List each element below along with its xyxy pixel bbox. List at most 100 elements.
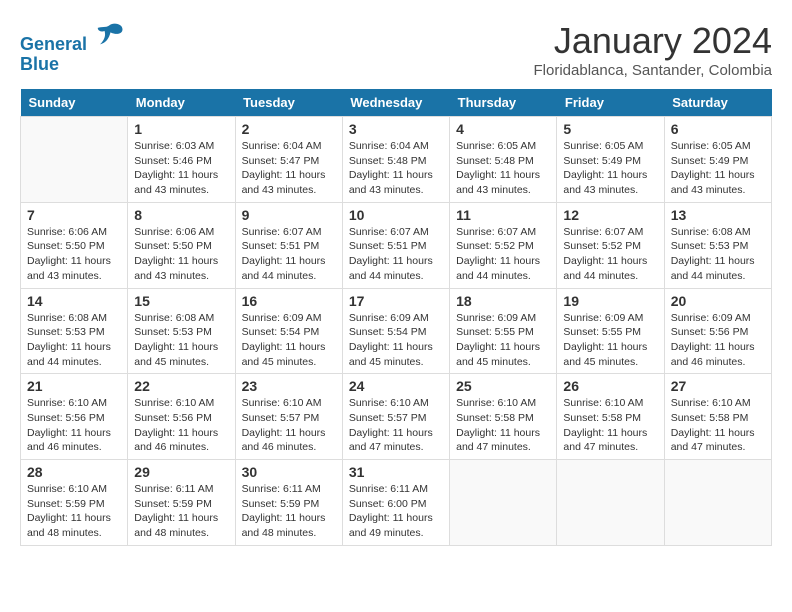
day-of-week-header: Tuesday bbox=[235, 89, 342, 117]
day-detail: Sunrise: 6:09 AM Sunset: 5:55 PM Dayligh… bbox=[456, 311, 550, 370]
calendar-day-cell: 2 Sunrise: 6:04 AM Sunset: 5:47 PM Daylig… bbox=[235, 117, 342, 203]
calendar-day-cell: 26 Sunrise: 6:10 AM Sunset: 5:58 PM Dayli… bbox=[557, 374, 664, 460]
day-detail: Sunrise: 6:09 AM Sunset: 5:56 PM Dayligh… bbox=[671, 311, 765, 370]
day-number: 23 bbox=[242, 378, 336, 394]
day-number: 22 bbox=[134, 378, 228, 394]
day-number: 13 bbox=[671, 207, 765, 223]
calendar-day-cell: 14 Sunrise: 6:08 AM Sunset: 5:53 PM Dayli… bbox=[21, 288, 128, 374]
location: Floridablanca, Santander, Colombia bbox=[534, 62, 772, 79]
calendar-day-cell: 13Sunrise: 6:08 AM Sunset: 5:53 PM Dayli… bbox=[664, 202, 771, 288]
day-number: 24 bbox=[349, 378, 443, 394]
day-detail: Sunrise: 6:07 AM Sunset: 5:51 PM Dayligh… bbox=[242, 225, 336, 284]
day-detail: Sunrise: 6:10 AM Sunset: 5:58 PM Dayligh… bbox=[671, 396, 765, 455]
day-number: 26 bbox=[563, 378, 657, 394]
calendar-day-cell: 31Sunrise: 6:11 AM Sunset: 6:00 PM Dayli… bbox=[342, 460, 449, 546]
day-number: 1 bbox=[134, 121, 228, 137]
day-number: 6 bbox=[671, 121, 765, 137]
day-number: 15 bbox=[134, 293, 228, 309]
logo: General Blue bbox=[20, 20, 124, 75]
day-detail: Sunrise: 6:11 AM Sunset: 5:59 PM Dayligh… bbox=[134, 482, 228, 541]
calendar-day-cell: 3Sunrise: 6:04 AM Sunset: 5:48 PM Daylig… bbox=[342, 117, 449, 203]
day-detail: Sunrise: 6:09 AM Sunset: 5:55 PM Dayligh… bbox=[563, 311, 657, 370]
day-detail: Sunrise: 6:07 AM Sunset: 5:51 PM Dayligh… bbox=[349, 225, 443, 284]
calendar-day-cell: 7 Sunrise: 6:06 AM Sunset: 5:50 PM Daylig… bbox=[21, 202, 128, 288]
calendar-day-cell: 11 Sunrise: 6:07 AM Sunset: 5:52 PM Dayli… bbox=[450, 202, 557, 288]
day-detail: Sunrise: 6:05 AM Sunset: 5:49 PM Dayligh… bbox=[671, 139, 765, 198]
calendar-day-cell: 8 Sunrise: 6:06 AM Sunset: 5:50 PM Daylig… bbox=[128, 202, 235, 288]
calendar-day-cell: 6 Sunrise: 6:05 AM Sunset: 5:49 PM Daylig… bbox=[664, 117, 771, 203]
calendar-day-cell: 30 Sunrise: 6:11 AM Sunset: 5:59 PM Dayli… bbox=[235, 460, 342, 546]
calendar-day-cell: 23 Sunrise: 6:10 AM Sunset: 5:57 PM Dayli… bbox=[235, 374, 342, 460]
calendar-day-cell: 29 Sunrise: 6:11 AM Sunset: 5:59 PM Dayli… bbox=[128, 460, 235, 546]
calendar-day-cell bbox=[21, 117, 128, 203]
calendar-day-cell: 18 Sunrise: 6:09 AM Sunset: 5:55 PM Dayli… bbox=[450, 288, 557, 374]
day-number: 31 bbox=[349, 464, 443, 480]
calendar-day-cell: 28Sunrise: 6:10 AM Sunset: 5:59 PM Dayli… bbox=[21, 460, 128, 546]
day-number: 16 bbox=[242, 293, 336, 309]
calendar-day-cell: 27 Sunrise: 6:10 AM Sunset: 5:58 PM Dayli… bbox=[664, 374, 771, 460]
day-number: 21 bbox=[27, 378, 121, 394]
day-of-week-header: Monday bbox=[128, 89, 235, 117]
day-number: 7 bbox=[27, 207, 121, 223]
calendar-week-row: 14 Sunrise: 6:08 AM Sunset: 5:53 PM Dayli… bbox=[21, 288, 772, 374]
day-of-week-header: Thursday bbox=[450, 89, 557, 117]
day-number: 14 bbox=[27, 293, 121, 309]
calendar-day-cell: 25 Sunrise: 6:10 AM Sunset: 5:58 PM Dayli… bbox=[450, 374, 557, 460]
calendar-day-cell: 5Sunrise: 6:05 AM Sunset: 5:49 PM Daylig… bbox=[557, 117, 664, 203]
day-detail: Sunrise: 6:09 AM Sunset: 5:54 PM Dayligh… bbox=[242, 311, 336, 370]
calendar-day-cell: 24 Sunrise: 6:10 AM Sunset: 5:57 PM Dayli… bbox=[342, 374, 449, 460]
day-detail: Sunrise: 6:10 AM Sunset: 5:58 PM Dayligh… bbox=[456, 396, 550, 455]
day-detail: Sunrise: 6:07 AM Sunset: 5:52 PM Dayligh… bbox=[456, 225, 550, 284]
day-number: 9 bbox=[242, 207, 336, 223]
day-of-week-header: Sunday bbox=[21, 89, 128, 117]
day-number: 30 bbox=[242, 464, 336, 480]
calendar-day-cell: 10 Sunrise: 6:07 AM Sunset: 5:51 PM Dayli… bbox=[342, 202, 449, 288]
day-number: 27 bbox=[671, 378, 765, 394]
day-number: 3 bbox=[349, 121, 443, 137]
day-number: 8 bbox=[134, 207, 228, 223]
day-number: 11 bbox=[456, 207, 550, 223]
day-of-week-header: Saturday bbox=[664, 89, 771, 117]
calendar-day-cell: 22 Sunrise: 6:10 AM Sunset: 5:56 PM Dayli… bbox=[128, 374, 235, 460]
day-detail: Sunrise: 6:05 AM Sunset: 5:49 PM Dayligh… bbox=[563, 139, 657, 198]
day-detail: Sunrise: 6:06 AM Sunset: 5:50 PM Dayligh… bbox=[27, 225, 121, 284]
calendar-week-row: 1 Sunrise: 6:03 AM Sunset: 5:46 PM Daylig… bbox=[21, 117, 772, 203]
day-detail: Sunrise: 6:10 AM Sunset: 5:57 PM Dayligh… bbox=[242, 396, 336, 455]
logo-blue: Blue bbox=[20, 54, 59, 74]
day-number: 2 bbox=[242, 121, 336, 137]
day-detail: Sunrise: 6:10 AM Sunset: 5:56 PM Dayligh… bbox=[27, 396, 121, 455]
day-detail: Sunrise: 6:11 AM Sunset: 5:59 PM Dayligh… bbox=[242, 482, 336, 541]
calendar-header-row: SundayMondayTuesdayWednesdayThursdayFrid… bbox=[21, 89, 772, 117]
day-detail: Sunrise: 6:10 AM Sunset: 5:59 PM Dayligh… bbox=[27, 482, 121, 541]
logo-general: General bbox=[20, 34, 87, 54]
day-detail: Sunrise: 6:10 AM Sunset: 5:57 PM Dayligh… bbox=[349, 396, 443, 455]
calendar-day-cell: 1 Sunrise: 6:03 AM Sunset: 5:46 PM Daylig… bbox=[128, 117, 235, 203]
calendar-day-cell bbox=[450, 460, 557, 546]
calendar-week-row: 28Sunrise: 6:10 AM Sunset: 5:59 PM Dayli… bbox=[21, 460, 772, 546]
day-number: 17 bbox=[349, 293, 443, 309]
calendar-day-cell: 21 Sunrise: 6:10 AM Sunset: 5:56 PM Dayli… bbox=[21, 374, 128, 460]
calendar-day-cell: 4Sunrise: 6:05 AM Sunset: 5:48 PM Daylig… bbox=[450, 117, 557, 203]
day-detail: Sunrise: 6:07 AM Sunset: 5:52 PM Dayligh… bbox=[563, 225, 657, 284]
day-detail: Sunrise: 6:05 AM Sunset: 5:48 PM Dayligh… bbox=[456, 139, 550, 198]
day-detail: Sunrise: 6:06 AM Sunset: 5:50 PM Dayligh… bbox=[134, 225, 228, 284]
calendar-week-row: 7 Sunrise: 6:06 AM Sunset: 5:50 PM Daylig… bbox=[21, 202, 772, 288]
day-number: 12 bbox=[563, 207, 657, 223]
calendar-week-row: 21 Sunrise: 6:10 AM Sunset: 5:56 PM Dayli… bbox=[21, 374, 772, 460]
calendar-day-cell bbox=[664, 460, 771, 546]
day-detail: Sunrise: 6:10 AM Sunset: 5:58 PM Dayligh… bbox=[563, 396, 657, 455]
day-detail: Sunrise: 6:04 AM Sunset: 5:47 PM Dayligh… bbox=[242, 139, 336, 198]
day-number: 20 bbox=[671, 293, 765, 309]
day-number: 10 bbox=[349, 207, 443, 223]
day-detail: Sunrise: 6:03 AM Sunset: 5:46 PM Dayligh… bbox=[134, 139, 228, 198]
day-detail: Sunrise: 6:10 AM Sunset: 5:56 PM Dayligh… bbox=[134, 396, 228, 455]
day-number: 29 bbox=[134, 464, 228, 480]
day-detail: Sunrise: 6:08 AM Sunset: 5:53 PM Dayligh… bbox=[27, 311, 121, 370]
logo-bird-icon bbox=[94, 20, 124, 50]
calendar-day-cell: 9 Sunrise: 6:07 AM Sunset: 5:51 PM Daylig… bbox=[235, 202, 342, 288]
day-number: 18 bbox=[456, 293, 550, 309]
day-number: 25 bbox=[456, 378, 550, 394]
calendar-table: SundayMondayTuesdayWednesdayThursdayFrid… bbox=[20, 89, 772, 546]
calendar-day-cell: 17Sunrise: 6:09 AM Sunset: 5:54 PM Dayli… bbox=[342, 288, 449, 374]
title-block: January 2024 Floridablanca, Santander, C… bbox=[534, 20, 772, 79]
